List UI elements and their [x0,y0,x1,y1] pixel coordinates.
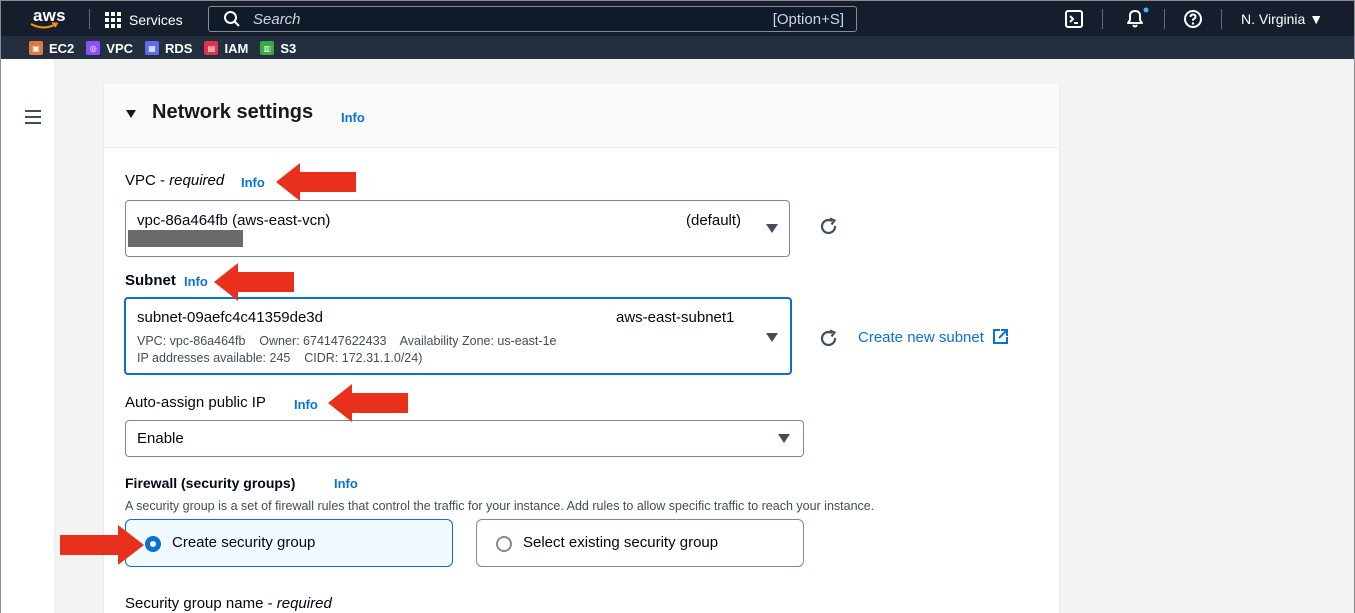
firewall-label-text: Firewall (security groups) [125,475,296,491]
favorites-bar: ▣ EC2 ◎ VPC ▦ RDS ▤ IAM ▥ S3 [1,36,1354,60]
search-icon [224,11,240,27]
annotation-arrow-icon [60,525,144,565]
iam-icon: ▤ [204,41,219,55]
redaction-block [128,230,243,247]
caret-down-icon [126,110,136,118]
annotation-arrow-icon [276,163,356,201]
vpc-select[interactable]: vpc-86a464fb (aws-east-vcn) (default) [125,200,790,257]
public-ip-value: Enable [137,430,184,447]
cloudshell-icon[interactable] [1064,9,1084,29]
vpc-label-text: VPC - [125,172,170,189]
help-icon[interactable] [1183,9,1203,29]
search-shortcut: [Option+S] [772,11,844,28]
favorite-label: EC2 [49,40,75,56]
firewall-label: Firewall (security groups) [125,475,295,491]
public-ip-info-link[interactable]: Info [294,397,318,412]
subnet-info-link[interactable]: Info [184,274,208,289]
vpc-value: vpc-86a464fb (aws-east-vcn) [137,212,331,229]
subnet-name: aws-east-subnet1 [616,309,735,326]
divider [1102,9,1103,29]
info-link[interactable]: Info [341,110,365,125]
subnet-label: Subnet [125,272,176,289]
required-text: required [276,595,332,612]
vpc-label: VPC - required [125,172,224,189]
grid-icon [105,12,121,28]
services-menu-button[interactable]: Services [105,10,183,30]
annotation-arrow-icon [328,384,408,422]
public-ip-label: Auto-assign public IP [125,394,266,411]
subnet-select[interactable]: subnet-09aefc4c41359de3d aws-east-subnet… [124,297,792,375]
refresh-icon[interactable] [819,329,839,349]
favorite-label: IAM [224,40,249,56]
select-existing-security-group-option[interactable]: Select existing security group [476,519,804,567]
search-placeholder: Search [253,11,301,28]
firewall-info-link[interactable]: Info [334,476,358,491]
subnet-label-text: Subnet [125,272,176,289]
left-rail [0,59,55,613]
caret-down-icon [766,333,778,342]
create-security-group-label: Create security group [172,534,316,551]
sg-name-label-text: Security group name - [125,595,277,612]
ec2-icon: ▣ [29,41,43,55]
subnet-detail: VPC: vpc-86a464fb Owner: 674147622433 Av… [137,334,557,348]
create-security-group-option[interactable]: Create security group [125,519,453,567]
search-input[interactable]: Search [Option+S] [208,6,857,32]
top-navigation: aws Services Search [Option+S] N. Virgin… [0,0,1355,59]
rds-icon: ▦ [145,41,160,55]
right-panel [1060,59,1355,613]
subnet-value: subnet-09aefc4c41359de3d [137,309,323,326]
external-link-icon [993,329,1009,344]
services-label: Services [129,12,183,28]
vpc-icon: ◎ [86,41,101,55]
vpc-default-tag: (default) [686,212,742,229]
vpc-info-link[interactable]: Info [241,175,265,190]
favorite-s3[interactable]: ▥ S3 [260,41,296,56]
favorite-label: RDS [165,40,193,56]
region-label: N. Virginia [1241,11,1306,27]
public-ip-select[interactable]: Enable [125,420,804,457]
aws-logo[interactable]: aws [25,6,66,33]
create-new-subnet-label: Create new subnet [858,329,984,346]
s3-icon: ▥ [260,41,275,55]
create-new-subnet-link[interactable]: Create new subnet [858,328,1009,346]
select-existing-security-group-label: Select existing security group [523,534,719,551]
radio-selected-icon [145,536,161,552]
firewall-description: A security group is a set of firewall ru… [125,499,875,513]
annotation-arrow-icon [214,263,294,301]
divider [1221,9,1222,29]
smile-icon [30,22,58,29]
caret-down-icon: ▼ [1309,11,1324,27]
favorite-label: VPC [106,40,134,56]
favorite-vpc[interactable]: ◎ VPC [86,41,133,56]
favorite-rds[interactable]: ▦ RDS [145,41,192,56]
refresh-icon[interactable] [819,217,839,237]
caret-down-icon [778,434,790,443]
divider [1164,9,1165,29]
required-text: required [169,172,225,189]
public-ip-label-text: Auto-assign public IP [125,394,266,411]
security-group-name-label: Security group name - required [125,595,332,612]
divider [89,9,90,29]
caret-down-icon [766,224,778,233]
bell-icon[interactable] [1124,7,1152,29]
section-title: Network settings [152,101,314,123]
favorite-label: S3 [280,40,297,56]
top-bar: aws Services Search [Option+S] N. Virgin… [1,1,1354,36]
region-selector[interactable]: N. Virginia ▼ [1241,11,1323,27]
card-header[interactable]: Network settings Info [104,84,1059,148]
menu-icon[interactable] [25,110,41,128]
radio-unselected-icon [496,536,512,552]
favorite-ec2[interactable]: ▣ EC2 [29,41,74,56]
favorite-iam[interactable]: ▤ IAM [204,41,248,56]
subnet-detail: IP addresses available: 245 CIDR: 172.31… [137,351,423,365]
